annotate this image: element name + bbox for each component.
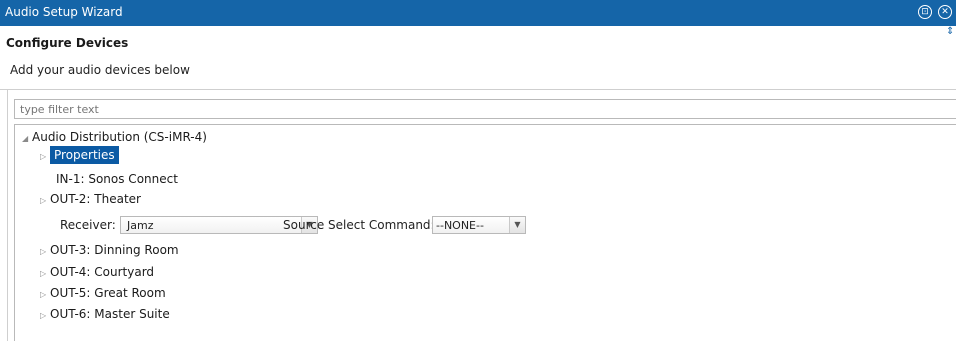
tree-item-out-6[interactable]: ▷ OUT-6: Master Suite	[40, 307, 170, 321]
tree-item-label: Properties	[50, 146, 119, 164]
triangle-right-icon[interactable]: ▷	[40, 152, 50, 161]
tree-item-in-1[interactable]: IN-1: Sonos Connect	[56, 172, 178, 186]
source-select-command-select[interactable]: --NONE-- ▼	[432, 216, 526, 234]
receiver-value: Jamz	[127, 219, 154, 232]
triangle-right-icon[interactable]: ▷	[40, 247, 50, 256]
tree-item-out-5[interactable]: ▷ OUT-5: Great Room	[40, 286, 166, 300]
tree-item-label: OUT-5: Great Room	[50, 286, 166, 300]
source-select-command-label: Source Select Command:	[283, 218, 435, 232]
tree-item-label: IN-1: Sonos Connect	[56, 172, 178, 186]
tree-item-label: OUT-4: Courtyard	[50, 265, 155, 279]
tree-item-out-2[interactable]: ▷ OUT-2: Theater	[40, 192, 141, 206]
tree-item-out-4[interactable]: ▷ OUT-4: Courtyard	[40, 265, 154, 279]
source-select-command-value: --NONE--	[436, 219, 484, 232]
tree-item-label: OUT-2: Theater	[50, 192, 141, 206]
window-title: Audio Setup Wizard	[5, 5, 123, 19]
tree-root[interactable]: ◢ Audio Distribution (CS-iMR-4)	[22, 130, 207, 144]
triangle-right-icon[interactable]: ▷	[40, 196, 50, 205]
separator	[0, 89, 956, 90]
filter-input[interactable]	[14, 99, 956, 119]
section-description: Add your audio devices below	[10, 63, 190, 77]
tree-item-out-3[interactable]: ▷ OUT-3: Dinning Room	[40, 243, 179, 257]
tree-item-properties[interactable]: ▷ Properties	[40, 146, 119, 164]
receiver-label: Receiver:	[60, 218, 116, 232]
tree-item-label: OUT-6: Master Suite	[50, 307, 170, 321]
triangle-right-icon[interactable]: ▷	[40, 311, 50, 320]
section-title: Configure Devices	[6, 36, 129, 50]
title-bar: Audio Setup Wizard ⊡ ✕	[0, 0, 956, 26]
triangle-down-icon[interactable]: ◢	[22, 134, 32, 143]
chevron-down-icon[interactable]: ▼	[509, 217, 525, 233]
side-arrow-icon[interactable]: ⇕	[946, 27, 954, 37]
restore-icon[interactable]: ⊡	[918, 5, 932, 19]
triangle-right-icon[interactable]: ▷	[40, 290, 50, 299]
tree-root-label: Audio Distribution (CS-iMR-4)	[32, 130, 207, 144]
left-border	[7, 89, 8, 341]
triangle-right-icon[interactable]: ▷	[40, 269, 50, 278]
tree-item-label: OUT-3: Dinning Room	[50, 243, 179, 257]
close-icon[interactable]: ✕	[938, 5, 952, 19]
